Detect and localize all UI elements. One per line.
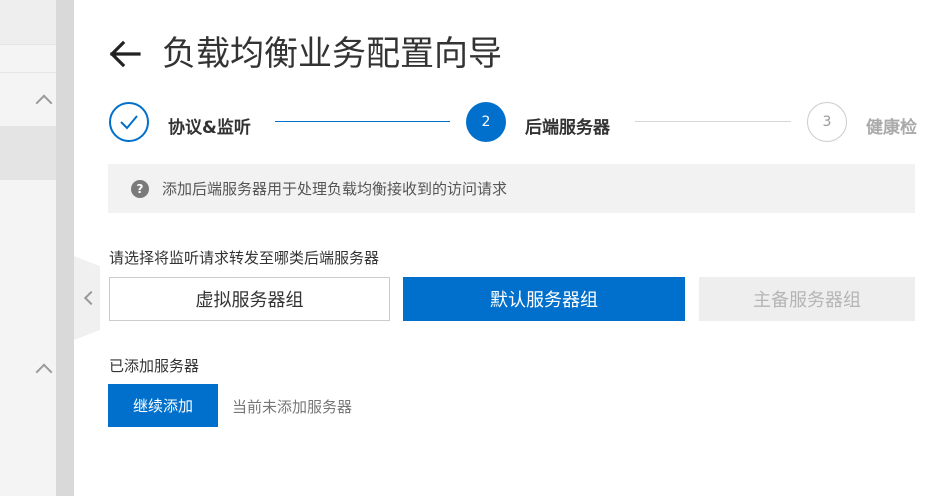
page-title: 负载均衡业务配置向导 bbox=[162, 34, 502, 74]
step-connector-2 bbox=[635, 121, 791, 122]
sidebar-divider bbox=[0, 72, 56, 73]
default-server-group-button[interactable]: 默认服务器组 bbox=[403, 277, 685, 321]
question-circle-icon: ? bbox=[131, 180, 149, 198]
sidebar bbox=[0, 0, 56, 496]
sidebar-item-selected[interactable] bbox=[0, 126, 56, 180]
sidebar-divider bbox=[0, 44, 56, 45]
chevron-up-icon[interactable] bbox=[35, 363, 53, 381]
step-connector-1 bbox=[275, 121, 450, 122]
sidebar-top-item[interactable] bbox=[0, 0, 56, 44]
primary-backup-server-group-button[interactable]: 主备服务器组 bbox=[699, 277, 915, 321]
added-servers-label: 已添加服务器 bbox=[109, 357, 200, 375]
info-text: 添加后端服务器用于处理负载均衡接收到的访问请求 bbox=[162, 180, 508, 198]
step-2-indicator: 2 bbox=[466, 102, 506, 142]
server-group-prompt: 请选择将监听请求转发至哪类后端服务器 bbox=[109, 249, 380, 267]
sidebar-scrollbar[interactable] bbox=[56, 0, 74, 496]
empty-servers-text: 当前未添加服务器 bbox=[232, 398, 353, 416]
continue-add-button[interactable]: 继续添加 bbox=[108, 384, 218, 427]
info-banner: ? 添加后端服务器用于处理负载均衡接收到的访问请求 bbox=[108, 164, 915, 213]
chevron-up-icon[interactable] bbox=[35, 94, 53, 112]
step-2-label: 后端服务器 bbox=[525, 118, 610, 138]
back-arrow-icon[interactable] bbox=[108, 37, 142, 71]
step-3-indicator: 3 bbox=[807, 102, 847, 142]
step-1-indicator bbox=[109, 102, 149, 142]
step-1-label: 协议&监听 bbox=[168, 118, 251, 138]
check-icon bbox=[120, 115, 138, 130]
virtual-server-group-button[interactable]: 虚拟服务器组 bbox=[109, 277, 390, 321]
step-3-label: 健康检 bbox=[866, 118, 917, 138]
